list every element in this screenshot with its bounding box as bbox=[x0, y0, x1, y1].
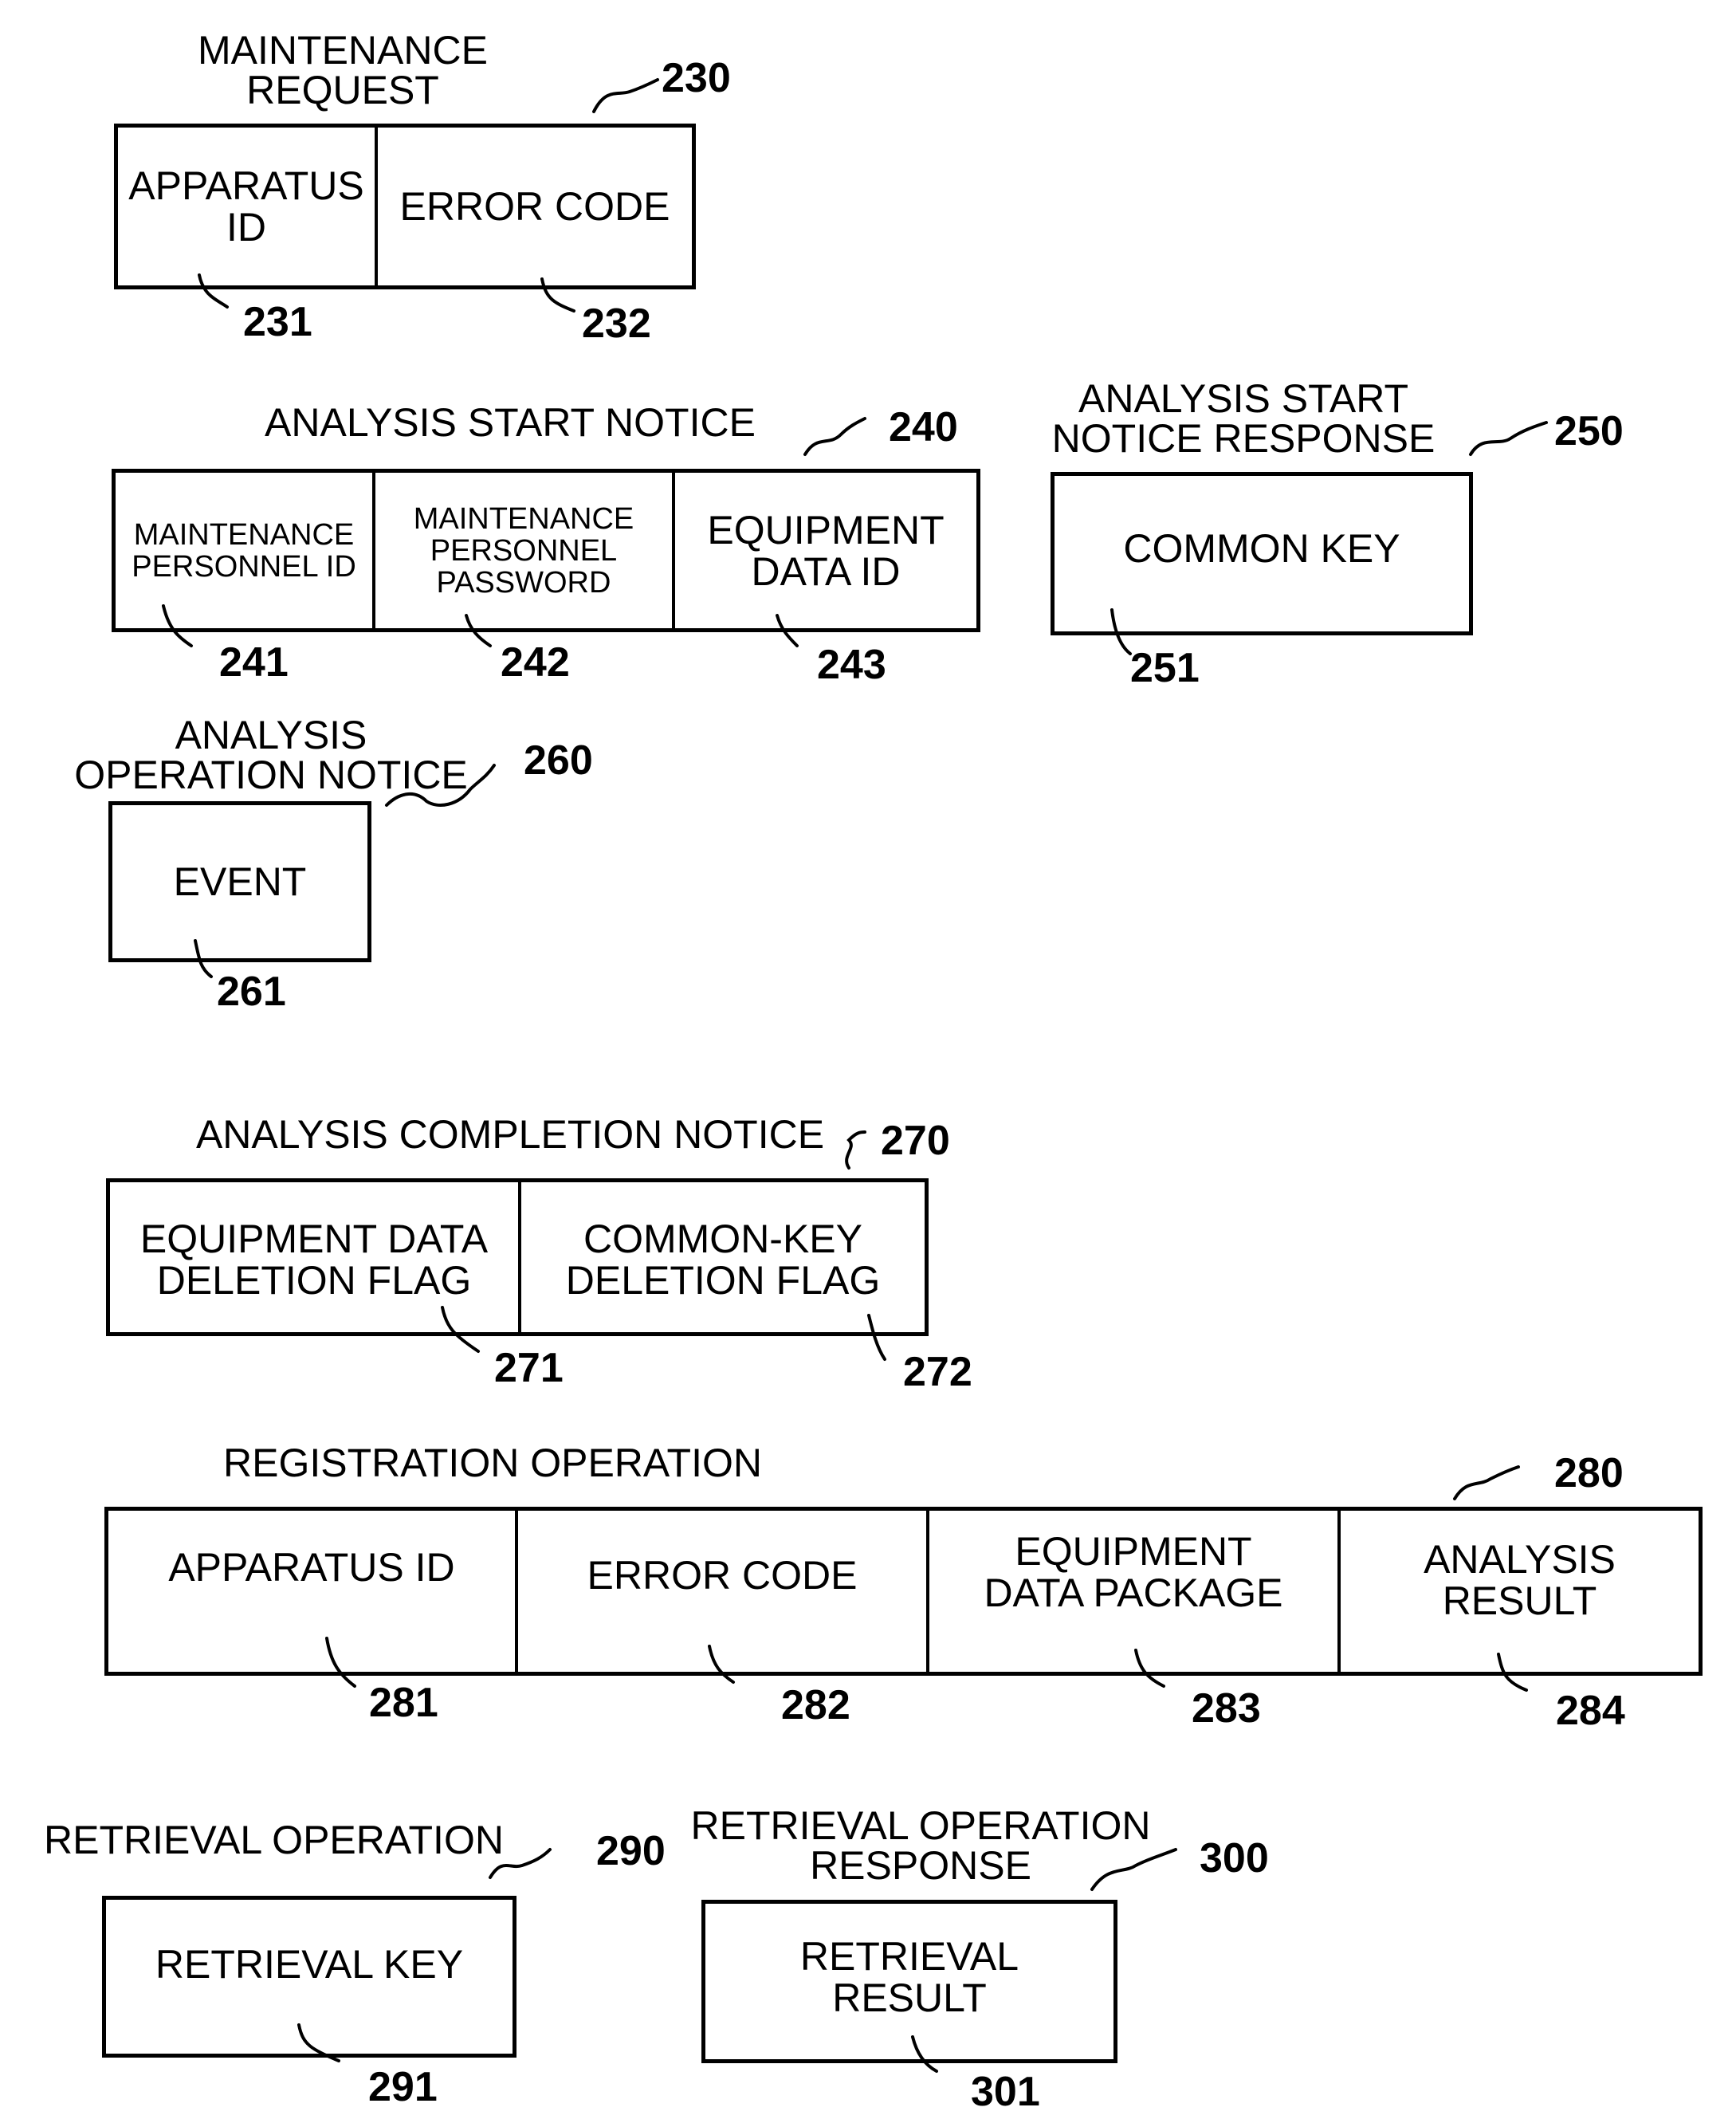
field-error-code: ERROR CODE bbox=[515, 1511, 926, 1672]
maintenance-request-frame: APPARATUS ID ERROR CODE bbox=[114, 124, 696, 289]
leader-240 bbox=[803, 417, 866, 456]
field-apparatus-id: APPARATUS ID bbox=[168, 1545, 455, 1590]
ref-242: 242 bbox=[501, 639, 570, 686]
ref-281: 281 bbox=[369, 1680, 438, 1726]
analysis-completion-notice-frame: EQUIPMENT DATA DELETION FLAG COMMON-KEY … bbox=[106, 1178, 929, 1336]
leader-250 bbox=[1469, 421, 1548, 456]
ref-300: 300 bbox=[1200, 1835, 1269, 1881]
analysis-start-notice-title: ANALYSIS START NOTICE bbox=[265, 400, 756, 445]
ref-284: 284 bbox=[1556, 1688, 1625, 1734]
field-equipment-data-package: EQUIPMENT DATA PACKAGE bbox=[926, 1511, 1337, 1672]
ref-243: 243 bbox=[817, 642, 886, 688]
leader-280 bbox=[1453, 1465, 1520, 1500]
ref-272: 272 bbox=[903, 1349, 972, 1395]
registration-operation-title: REGISTRATION OPERATION bbox=[223, 1441, 762, 1485]
ref-240: 240 bbox=[889, 404, 958, 450]
field-equipment-data-id: EQUIPMENT DATA ID bbox=[672, 473, 976, 628]
retrieval-operation-title: RETRIEVAL OPERATION bbox=[44, 1818, 504, 1862]
retrieval-operation-frame: RETRIEVAL KEY bbox=[102, 1896, 516, 2058]
analysis-start-notice-frame: MAINTENANCE PERSONNEL ID MAINTENANCE PER… bbox=[112, 469, 980, 632]
ref-301: 301 bbox=[971, 2069, 1040, 2115]
analysis-completion-notice-title: ANALYSIS COMPLETION NOTICE bbox=[195, 1112, 825, 1157]
field-event: EVENT bbox=[173, 859, 307, 904]
ref-230: 230 bbox=[662, 55, 731, 101]
field-equipment-data-deletion-flag: EQUIPMENT DATA DELETION FLAG bbox=[139, 1217, 489, 1303]
ref-291: 291 bbox=[368, 2064, 438, 2110]
field-maintenance-personnel-password: MAINTENANCE PERSONNEL PASSWORD bbox=[372, 473, 672, 628]
ref-232: 232 bbox=[582, 301, 651, 347]
ref-261: 261 bbox=[217, 969, 286, 1015]
field-error-code: ERROR CODE bbox=[375, 128, 692, 285]
field-apparatus-id: APPARATUS ID bbox=[128, 163, 364, 250]
field-maintenance-personnel-id: MAINTENANCE PERSONNEL ID bbox=[132, 517, 356, 584]
ref-251: 251 bbox=[1130, 645, 1200, 691]
analysis-start-notice-response-title: ANALYSIS START NOTICE RESPONSE bbox=[1051, 376, 1436, 461]
ref-290: 290 bbox=[596, 1828, 666, 1874]
ref-282: 282 bbox=[781, 1682, 850, 1728]
ref-270: 270 bbox=[881, 1118, 950, 1164]
retrieval-operation-response-title: RETRIEVAL OPERATION RESPONSE bbox=[690, 1803, 1151, 1888]
ref-280: 280 bbox=[1554, 1450, 1624, 1496]
field-common-key-deletion-flag: COMMON-KEY DELETION FLAG bbox=[518, 1182, 925, 1332]
leader-270 bbox=[845, 1130, 866, 1170]
ref-260: 260 bbox=[524, 737, 593, 784]
field-common-key: COMMON KEY bbox=[1123, 526, 1400, 571]
analysis-start-notice-response-frame: COMMON KEY bbox=[1051, 472, 1473, 635]
ref-283: 283 bbox=[1192, 1685, 1261, 1732]
field-retrieval-key: RETRIEVAL KEY bbox=[155, 1942, 464, 1987]
retrieval-operation-response-frame: RETRIEVAL RESULT bbox=[701, 1900, 1117, 2063]
ref-241: 241 bbox=[219, 639, 289, 686]
maintenance-request-title: MAINTENANCE REQUEST bbox=[198, 28, 488, 112]
analysis-operation-notice-frame: EVENT bbox=[108, 801, 371, 962]
ref-231: 231 bbox=[243, 299, 312, 345]
analysis-operation-notice-title: ANALYSIS OPERATION NOTICE bbox=[74, 713, 468, 797]
registration-operation-frame: APPARATUS ID ERROR CODE EQUIPMENT DATA P… bbox=[104, 1507, 1703, 1676]
field-analysis-result: ANALYSIS RESULT bbox=[1337, 1511, 1699, 1672]
field-retrieval-result: RETRIEVAL RESULT bbox=[799, 1934, 1019, 2020]
ref-271: 271 bbox=[494, 1345, 564, 1391]
leader-230 bbox=[592, 78, 659, 113]
ref-250: 250 bbox=[1554, 408, 1624, 454]
